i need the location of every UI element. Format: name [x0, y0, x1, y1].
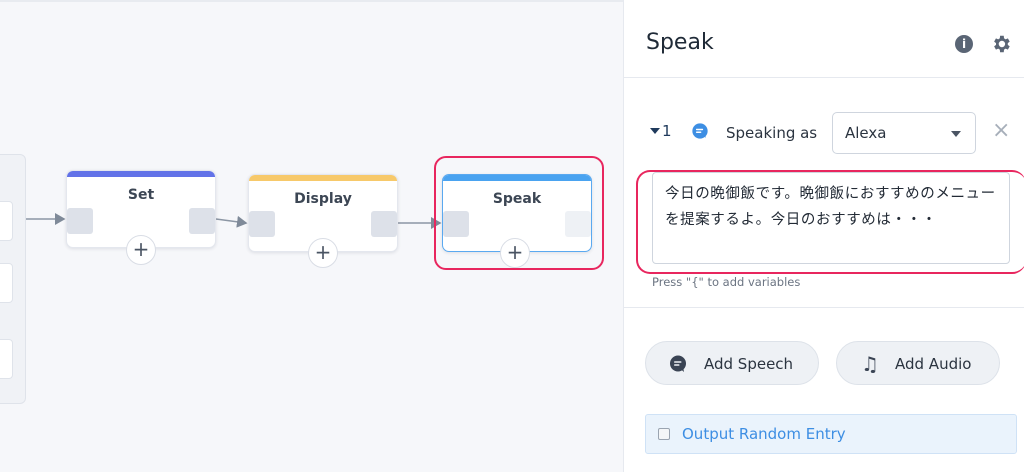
variables-hint: Press "{" to add variables — [652, 275, 801, 289]
add-step-button[interactable]: + — [308, 238, 338, 268]
speech-text-highlight — [636, 170, 1024, 274]
output-random-entry-option[interactable]: Output Random Entry — [645, 414, 1017, 454]
voice-select[interactable]: Alexa — [832, 112, 976, 154]
speech-bubble-icon — [670, 355, 686, 372]
node-accent-bar — [67, 171, 215, 177]
speech-bubble-icon — [692, 123, 708, 139]
add-speech-label: Add Speech — [704, 355, 794, 373]
display-node[interactable]: Display + — [248, 174, 398, 268]
collapse-caret-icon[interactable] — [650, 128, 660, 134]
flow-canvas[interactable]: Set + Display + Speak + — [0, 0, 623, 472]
editor-panel: Speak i 1 Speaking as Alexa × 今日の晩御飯です。晩… — [623, 0, 1024, 472]
info-icon[interactable]: i — [955, 35, 973, 53]
add-step-button[interactable]: + — [126, 235, 156, 265]
speaking-as-label: Speaking as — [726, 124, 818, 142]
set-node[interactable]: Set + — [66, 170, 216, 265]
input-port[interactable] — [67, 208, 93, 234]
input-port[interactable] — [249, 211, 275, 237]
output-port[interactable] — [371, 211, 397, 237]
panel-header: Speak i — [624, 0, 1024, 78]
voice-select-value: Alexa — [845, 124, 887, 142]
output-random-entry-label[interactable]: Output Random Entry — [682, 425, 846, 443]
chevron-down-icon — [951, 131, 961, 137]
close-icon[interactable]: × — [992, 120, 1010, 142]
add-audio-label: Add Audio — [895, 355, 972, 373]
entry-number: 1 — [662, 122, 672, 140]
speech-entry: 1 Speaking as Alexa × 今日の晩御飯です。晩御飯におすすめの… — [624, 78, 1024, 308]
speak-node-highlight — [434, 156, 604, 270]
add-audio-button[interactable]: ♫ Add Audio — [836, 341, 1000, 385]
panel-title: Speak — [646, 30, 714, 55]
node-title: Display — [294, 191, 352, 207]
gear-icon[interactable] — [990, 33, 1012, 55]
output-port[interactable] — [189, 208, 215, 234]
node-accent-bar — [249, 175, 397, 181]
node-title: Set — [127, 187, 155, 203]
music-note-icon: ♫ — [861, 352, 879, 376]
output-random-entry-checkbox[interactable] — [658, 428, 670, 440]
connection-line — [215, 215, 248, 228]
add-speech-button[interactable]: Add Speech — [645, 341, 819, 385]
